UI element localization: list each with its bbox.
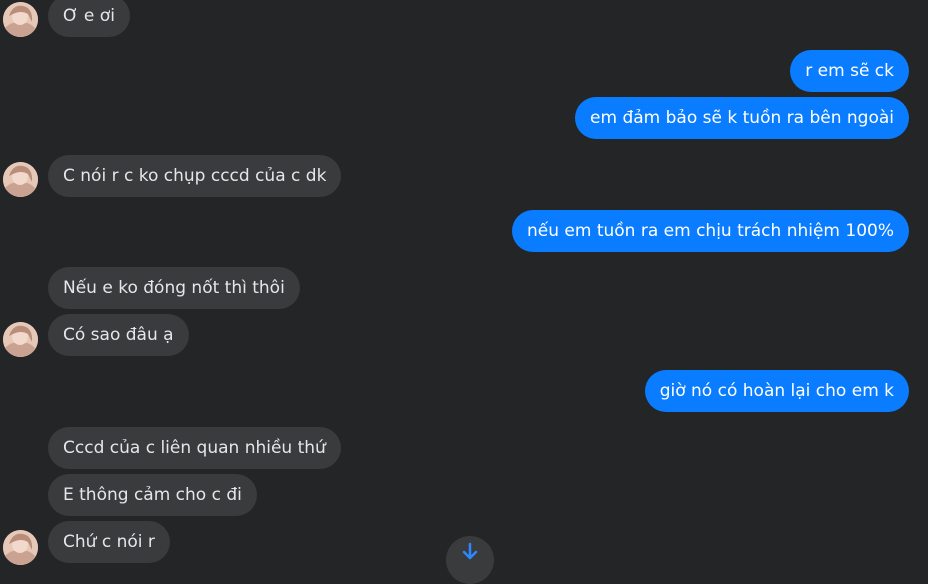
outgoing-message[interactable]: nếu em tuồn ra em chịu trách nhiệm 100% [511,210,909,252]
incoming-message[interactable]: Nếu e ko đóng nốt thì thôi [48,267,300,309]
contact-avatar[interactable] [3,322,38,357]
incoming-message[interactable]: C nói r c ko chụp cccd của c dk [48,155,342,197]
arrow-down-icon [462,542,478,560]
outgoing-message[interactable]: r em sẽ ck [790,50,909,92]
incoming-message[interactable]: Ơ e ơi [48,0,130,37]
outgoing-message[interactable]: em đảm bảo sẽ k tuồn ra bên ngoài [575,97,909,139]
scroll-to-bottom-button[interactable] [446,536,494,584]
outgoing-message[interactable]: giờ nó có hoàn lại cho em k [644,370,909,412]
incoming-message[interactable]: Cccd của c liên quan nhiều thứ [48,427,341,469]
incoming-message[interactable]: Có sao đâu ạ [48,314,189,356]
incoming-message[interactable]: Chứ c nói r [48,521,170,563]
contact-avatar[interactable] [3,162,38,197]
contact-avatar[interactable] [3,2,38,37]
incoming-message[interactable]: E thông cảm cho c đi [48,474,257,516]
contact-avatar[interactable] [3,530,38,565]
